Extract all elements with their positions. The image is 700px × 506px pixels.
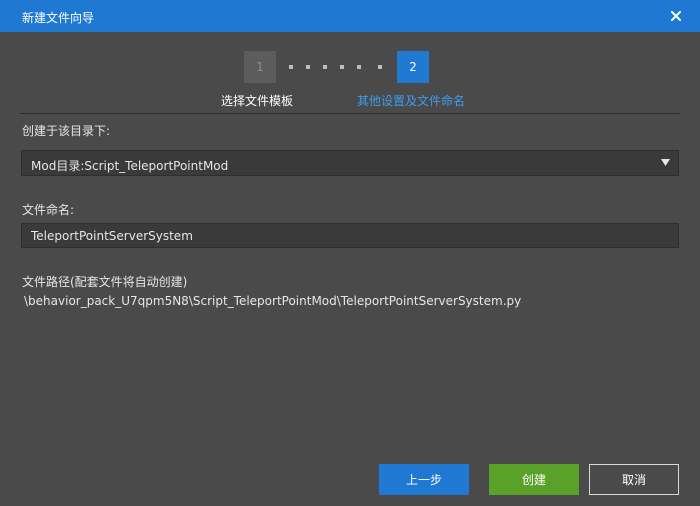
- new-file-wizard-dialog: 新建文件向导 1 2 选择文件模板 其他设置及文件命名 创建于该目录下: Mod…: [0, 0, 700, 506]
- step-1-label: 选择文件模板: [221, 94, 294, 108]
- path-label: 文件路径(配套文件将自动创建): [22, 275, 188, 289]
- step-connector-dot: [306, 65, 310, 69]
- cancel-button[interactable]: 取消: [589, 464, 679, 495]
- directory-select[interactable]: Mod目录:Script_TeleportPointMod: [21, 150, 679, 176]
- directory-label: 创建于该目录下:: [22, 124, 111, 138]
- step-2-indicator: 2: [397, 51, 429, 83]
- close-button[interactable]: [666, 6, 686, 26]
- create-button[interactable]: 创建: [489, 464, 579, 495]
- path-value: \behavior_pack_U7qpm5N8\Script_TeleportP…: [24, 294, 522, 308]
- caret-down-icon: [661, 159, 670, 166]
- step-2-label: 其他设置及文件命名: [357, 94, 466, 108]
- wizard-stepper: 1 2: [0, 51, 700, 83]
- step-connector-dot: [378, 65, 382, 69]
- filename-input[interactable]: [21, 223, 679, 248]
- title-bar: 新建文件向导: [0, 0, 700, 32]
- step-connector-dot: [340, 65, 344, 69]
- window-title: 新建文件向导: [22, 11, 95, 25]
- step-connector-dot: [323, 65, 327, 69]
- previous-step-button[interactable]: 上一步: [379, 464, 469, 495]
- filename-label: 文件命名:: [22, 203, 75, 217]
- divider: [20, 113, 680, 114]
- step-connector-dot: [289, 65, 293, 69]
- step-1-indicator: 1: [244, 51, 276, 83]
- close-icon: [671, 11, 681, 21]
- directory-select-value: Mod目录:Script_TeleportPointMod: [31, 159, 229, 173]
- step-connector-dot: [357, 65, 361, 69]
